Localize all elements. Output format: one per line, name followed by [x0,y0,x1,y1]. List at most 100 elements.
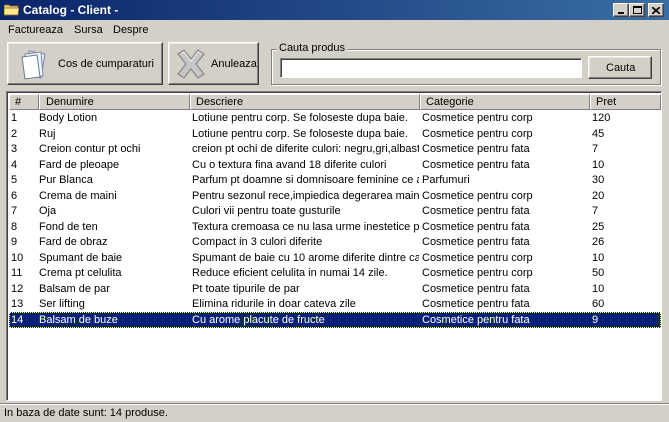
table-row[interactable]: 4 Fard de pleoape Cu o textura fina avand … [9,157,661,173]
table-row[interactable]: 10 Spumant de baie Spumant de baie cu 10 a… [9,250,661,266]
cell-denumire: Balsam de buze [39,313,118,326]
cell-categorie: Cosmetice pentru fata [422,220,530,233]
cart-button-label: Cos de cumparaturi [58,57,154,70]
cell-descriere: Textura cremoasa ce nu lasa urme inestet… [192,220,419,233]
minimize-button[interactable] [613,3,629,17]
document-stack-icon [21,50,46,80]
minimize-icon [618,12,624,14]
cell-descriere: Lotiune pentru corp. Se foloseste dupa b… [192,112,408,124]
cell-descriere: Cu arome placute de fructe [192,313,325,326]
products-table[interactable]: # Denumire Descriere Categorie Pret 1 Bod… [6,91,662,401]
table-row[interactable]: 1 Body Lotion Lotiune pentru corp. Se folo… [9,110,661,126]
cancel-button[interactable]: Anuleaza [168,42,259,85]
cell-denumire: Body Lotion [39,112,98,124]
table-header: # Denumire Descriere Categorie Pret [9,94,661,110]
cell-pret: 10 [592,282,605,295]
cell-categorie: Cosmetice pentru fata [422,236,530,248]
cell-denumire: Crema de maini [39,189,117,202]
table-row[interactable]: 14 Balsam de buze Cu arome placute de fruc… [9,311,661,328]
col-header-descriere[interactable]: Descriere [190,94,420,110]
cell-denumire: Fond de ten [39,220,98,233]
cell-denumire: Ser lifting [39,298,85,310]
table-row[interactable]: 13 Ser lifting Elimina ridurile in doar ca… [9,296,661,312]
cell-descriere: Reduce eficient celulita in numai 14 zil… [192,267,388,279]
col-header-pret[interactable]: Pret [590,94,661,110]
cell-descriere: Pentru sezonul rece,impiedica degerarea … [192,189,419,202]
table-row[interactable]: 2 Ruj Lotiune pentru corp. Se foloseste du… [9,126,661,142]
cell-categorie: Cosmetice pentru corp [422,267,533,279]
cell-descriere: Culori vii pentru toate gusturile [192,205,341,217]
cell-denumire: Fard de pleoape [39,158,120,171]
cell-denumire: Oja [39,205,57,217]
cell-categorie: Cosmetice pentru corp [422,127,533,140]
cell-denumire: Spumant de baie [39,251,123,264]
close-x-icon [177,49,205,79]
table-row[interactable]: 11 Crema pt celulita Reduce eficient celul… [9,265,661,281]
col-header-categorie[interactable]: Categorie [420,94,590,110]
cell-denumire: Fard de obraz [39,236,108,248]
cell-pret: 10 [592,251,605,264]
cell-categorie: Cosmetice pentru fata [422,313,530,326]
table-row[interactable]: 6 Crema de maini Pentru sezonul rece,impie… [9,188,661,204]
search-group-label: Cauta produs [277,42,348,54]
status-text: In baza de date sunt: 14 produse. [4,407,168,419]
cell-pret: 20 [592,189,605,202]
cell-pret: 25 [592,220,605,233]
cell-pret: 26 [592,236,605,248]
close-button[interactable] [648,3,664,17]
cell-categorie: Cosmetice pentru corp [422,189,533,202]
cell-pret: 45 [592,127,605,140]
cell-descriere: Parfum pt doamne si domnisoare feminine … [192,174,419,186]
cell-pret: 30 [592,174,605,186]
search-button-label: Cauta [606,61,636,74]
cell-pret: 50 [592,267,605,279]
cell-descriere: Cu o textura fina avand 18 diferite culo… [192,158,387,171]
cell-descriere: creion pt ochi de diferite culori: negru… [192,143,419,155]
cell-categorie: Cosmetice pentru fata [422,143,530,155]
close-icon [652,7,660,14]
cell-categorie: Cosmetice pentru fata [422,158,530,171]
cart-button[interactable]: Cos de cumparaturi [7,42,163,85]
cell-pret: 7 [592,205,599,217]
window-title: Catalog - Client - [23,3,119,17]
cell-descriere: Lotiune pentru corp. Se foloseste dupa b… [192,127,408,140]
col-header-denumire[interactable]: Denumire [39,94,190,110]
cell-denumire: Creion contur pt ochi [39,143,141,155]
cell-descriere: Compact in 3 culori diferite [192,236,323,248]
cell-pret: 10 [592,158,605,171]
table-row[interactable]: 3 Creion contur pt ochi creion pt ochi de … [9,141,661,157]
cell-pret: 60 [592,298,605,310]
table-row[interactable]: 8 Fond de ten Textura cremoasa ce nu lasa … [9,219,661,235]
search-button[interactable]: Cauta [588,56,652,79]
table-row[interactable]: 12 Balsam de par Pt toate tipurile de par C… [9,281,661,297]
cell-denumire: Crema pt celulita [39,267,122,279]
table-row[interactable]: 9 Fard de obraz Compact in 3 culori diferi… [9,234,661,250]
cell-descriere: Pt toate tipurile de par [192,282,300,295]
cell-categorie: Cosmetice pentru fata [422,298,530,310]
cell-pret: 120 [592,112,611,124]
cell-descriere: Elimina ridurile in doar cateva zile [192,298,356,310]
cell-denumire: Ruj [39,127,56,140]
cell-categorie: Cosmetice pentru corp [422,251,533,264]
cell-categorie: Cosmetice pentru fata [422,282,530,295]
cell-pret: 7 [592,143,599,155]
menu-factureaza[interactable]: Factureaza [8,24,63,36]
cell-categorie: Cosmetice pentru corp [422,112,533,124]
cancel-button-label: Anuleaza [211,57,257,70]
cell-pret: 9 [592,313,599,326]
menu-sursa[interactable]: Sursa [74,24,103,36]
title-bar[interactable]: Catalog - Client - [0,0,669,20]
table-row[interactable]: 7 Oja Culori vii pentru toate gusturile Cos… [9,203,661,219]
search-input[interactable] [280,58,582,78]
col-header-index[interactable]: # [9,94,39,110]
menu-bar: Factureaza Sursa Despre [0,21,669,39]
cell-categorie: Parfumuri [422,174,470,186]
cell-categorie: Cosmetice pentru fata [422,205,530,217]
maximize-icon [633,6,642,14]
cell-descriere: Spumant de baie cu 10 arome diferite din… [192,251,419,264]
table-row[interactable]: 5 Pur Blanca Parfum pt doamne si domnisoar… [9,172,661,188]
menu-despre[interactable]: Despre [113,24,148,36]
cell-denumire: Pur Blanca [39,174,93,186]
folder-icon [4,4,19,16]
maximize-button[interactable] [629,3,645,17]
